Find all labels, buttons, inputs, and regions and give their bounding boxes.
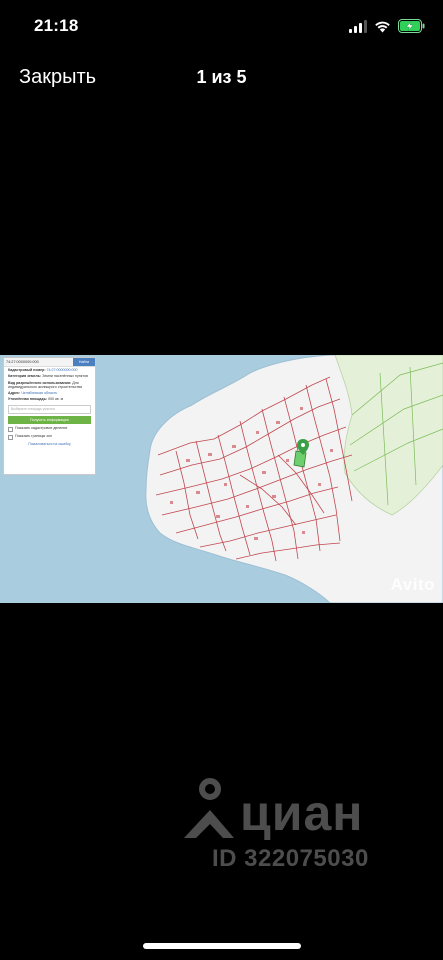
address-value: Челябинская область: [21, 391, 58, 396]
checkbox-icon: [8, 434, 13, 440]
category-value: Земли населённых пунктов: [42, 374, 88, 379]
listing-photo[interactable]: 74:27:0000000:000 Найти Кадастровый номе…: [0, 355, 443, 603]
cian-brand: циан: [240, 785, 364, 841]
status-icons: [349, 18, 425, 34]
checkbox-row-1: Показать кадастровое деление: [4, 425, 95, 433]
checkbox-2-label: Показать границы зон: [15, 433, 52, 438]
get-info-button: Получить информацию: [8, 415, 91, 424]
checkbox-row-2: Показать границы зон: [4, 433, 95, 441]
cian-watermark: циан ID 322075030: [178, 776, 418, 876]
clock: 21:18: [34, 16, 79, 35]
listing-id: ID 322075030: [212, 845, 369, 872]
cellular-signal-icon: [349, 19, 367, 33]
area-label: Уточнённая площадь:: [8, 397, 48, 402]
status-bar: 21:18: [0, 0, 443, 52]
cian-logo-icon: [184, 778, 234, 838]
cadastral-info-panel: 74:27:0000000:000 Найти Кадастровый номе…: [3, 357, 96, 475]
avito-watermark: Avito: [390, 575, 435, 594]
battery-charging-icon: [398, 19, 425, 33]
image-counter: 1 из 5: [196, 67, 247, 87]
permitted-use-row: Вид разрешённого использования: Для инди…: [4, 380, 95, 391]
cadastral-label: Кадастровый номер:: [8, 368, 46, 372]
checkbox-1-label: Показать кадастровое деление: [15, 425, 68, 430]
home-indicator[interactable]: [143, 943, 301, 949]
report-error-link: Пожаловаться на ошибку: [28, 441, 71, 446]
find-button: Найти: [73, 358, 95, 366]
search-row: 74:27:0000000:000 Найти: [4, 358, 95, 367]
cadastral-value: 74:27:0000000:000: [46, 368, 78, 372]
viewer-header: Закрыть 1 из 5: [0, 62, 443, 94]
area-row: Уточнённая площадь: 000 кв. м: [4, 396, 95, 402]
area-input: Выберите площадь участка: [8, 404, 91, 414]
checkbox-icon: [8, 426, 13, 432]
category-label: Категория земель:: [8, 374, 42, 379]
cadastral-search-input: 74:27:0000000:000: [4, 358, 73, 366]
address-label: Адрес:: [8, 391, 21, 396]
area-value: 000 кв. м: [48, 397, 64, 402]
wifi-icon: [374, 20, 391, 33]
